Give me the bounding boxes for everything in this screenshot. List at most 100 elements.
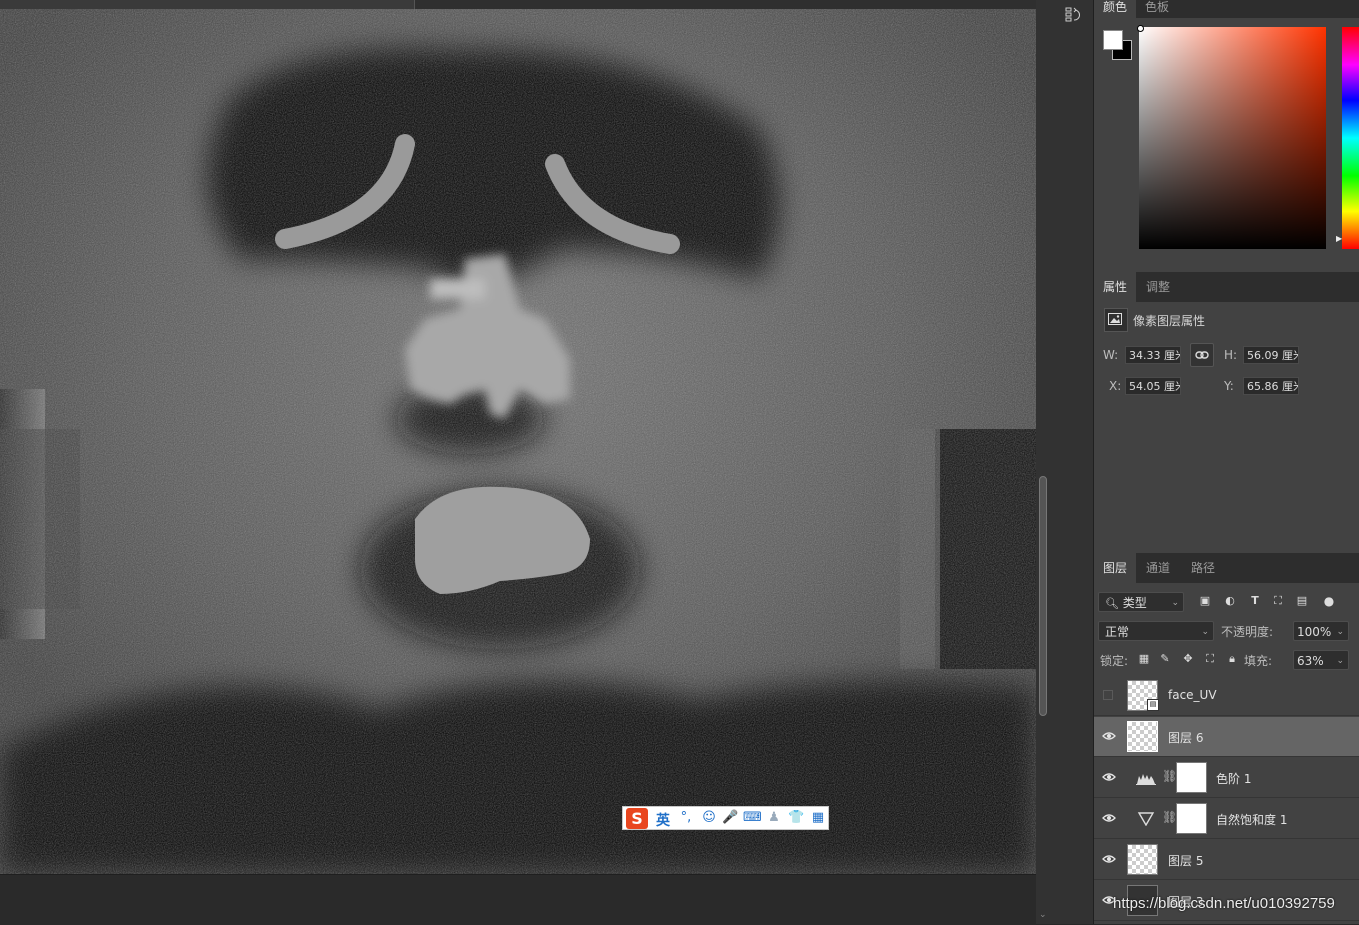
properties-panel-tabs: 属性 调整 — [1094, 272, 1359, 302]
y-label: Y: — [1224, 379, 1234, 393]
ime-logo[interactable]: S — [626, 808, 648, 829]
canvas-bottom-area — [0, 874, 1036, 925]
keyboard-icon[interactable]: ⌨ — [743, 810, 762, 826]
tab-layers[interactable]: 图层 — [1094, 553, 1137, 583]
tab-channels[interactable]: 通道 — [1137, 553, 1179, 583]
tab-color[interactable]: 颜色 — [1094, 0, 1137, 18]
chain-icon[interactable]: ⛓ — [1162, 769, 1177, 783]
filter-shape-icon[interactable]: ⛶ — [1271, 594, 1285, 608]
microphone-icon[interactable]: 🎤 — [722, 810, 738, 826]
opacity-label: 不透明度: — [1221, 625, 1274, 639]
document-tab-strip — [0, 0, 1036, 9]
layer-name: 图层 5 — [1168, 854, 1204, 868]
color-picker-cursor[interactable] — [1137, 25, 1144, 32]
eye-icon[interactable] — [1102, 771, 1116, 783]
color-panel-tabs: 颜色 色板 — [1094, 0, 1359, 18]
vibrance-icon — [1137, 812, 1155, 826]
layer-row-levels-1[interactable]: ⛓ 色阶 1 — [1094, 758, 1359, 798]
x-field[interactable]: 54.05 厘米 — [1125, 377, 1181, 395]
layer-thumbnail — [1127, 721, 1158, 752]
hue-slider[interactable] — [1342, 27, 1359, 249]
layer-name: 图层 6 — [1168, 731, 1204, 745]
layer-name: face_UV — [1168, 688, 1217, 702]
visibility-toggle[interactable] — [1103, 690, 1113, 700]
document-tab[interactable] — [0, 0, 415, 9]
vertical-scrollbar[interactable]: ⌄ — [1036, 0, 1050, 924]
history-icon[interactable] — [1064, 6, 1082, 24]
color-picker-field[interactable] — [1139, 27, 1326, 249]
chevron-down-icon: ⌄ — [1171, 598, 1179, 608]
y-field[interactable]: 65.86 厘米 — [1243, 377, 1299, 395]
tab-adjustments[interactable]: 调整 — [1137, 272, 1179, 302]
lock-artboard-icon[interactable]: ⛶ — [1203, 652, 1217, 666]
blend-mode-value: 正常 — [1105, 625, 1130, 639]
foreground-color-swatch[interactable] — [1103, 30, 1123, 50]
layer-list: ▤ face_UV 图层 6 ⛓ 色阶 1 ⛓ 自然饱和度 1 图层 5 图层 … — [1094, 676, 1359, 924]
filter-type-icon[interactable]: T — [1248, 594, 1262, 608]
skin-icon[interactable]: 👕 — [788, 810, 804, 826]
filter-adjustment-icon[interactable]: ◐ — [1223, 594, 1237, 608]
layer-mask-thumbnail[interactable] — [1176, 762, 1207, 793]
chevron-down-icon: ⌄ — [1336, 656, 1344, 666]
x-label: X: — [1109, 379, 1122, 393]
layers-panel-tabs: 图层 通道 路径 — [1094, 553, 1359, 583]
fill-value: 63% — [1297, 654, 1324, 668]
toolbox-icon[interactable]: ▦ — [810, 810, 826, 826]
document-canvas[interactable] — [0, 0, 1036, 874]
eye-icon[interactable] — [1102, 730, 1116, 742]
blend-mode-select[interactable]: 正常 ⌄ — [1098, 621, 1214, 641]
opacity-value: 100% — [1297, 625, 1332, 639]
filter-pixel-icon[interactable]: ▣ — [1198, 594, 1212, 608]
scroll-down-icon[interactable]: ⌄ — [1039, 910, 1047, 920]
filter-toggle-icon[interactable]: ● — [1322, 594, 1336, 608]
layer-name: 色阶 1 — [1216, 772, 1252, 786]
emoji-icon[interactable]: ☺ — [701, 810, 717, 826]
user-icon[interactable]: ♟ — [766, 810, 782, 826]
fill-label: 填充: — [1244, 654, 1273, 668]
panel-icon-strip — [1050, 0, 1094, 924]
layer-name: 自然饱和度 1 — [1216, 813, 1288, 827]
image-icon — [1104, 308, 1128, 332]
layer-row-face-uv[interactable]: ▤ face_UV — [1094, 676, 1359, 716]
height-label: H: — [1224, 348, 1238, 362]
width-field[interactable]: 34.33 厘米 — [1125, 346, 1181, 364]
lock-position-icon[interactable]: ✥ — [1181, 652, 1195, 666]
search-icon: 🔍︎ — [1105, 597, 1119, 610]
right-panels: 颜色 色板 ▶ 属性 调整 像素图层属性 W: 34.33 厘米 H: 56.0… — [1094, 0, 1359, 924]
chevron-down-icon: ⌄ — [1201, 627, 1209, 637]
layer-row-vibrance-1[interactable]: ⛓ 自然饱和度 1 — [1094, 799, 1359, 839]
opacity-field[interactable]: 100% ⌄ — [1293, 621, 1349, 641]
chain-icon[interactable]: ⛓ — [1162, 810, 1177, 824]
ime-language-toggle[interactable]: 英 — [656, 810, 670, 830]
tab-properties[interactable]: 属性 — [1094, 272, 1137, 302]
layer-mask-thumbnail[interactable] — [1176, 803, 1207, 834]
fill-field[interactable]: 63% ⌄ — [1293, 650, 1349, 670]
face-texture-image — [0, 9, 1036, 874]
smart-object-icon: ▤ — [1147, 699, 1159, 711]
watermark: https://blog.csdn.net/u010392759 — [1113, 895, 1335, 912]
layer-filter-value: 类型 — [1122, 596, 1147, 610]
lock-pixels-icon[interactable]: ✎ — [1158, 652, 1172, 666]
layer-thumbnail — [1127, 844, 1158, 875]
layer-row-layer-6[interactable]: 图层 6 — [1094, 717, 1359, 757]
lock-all-icon[interactable]: 🔒︎ — [1225, 652, 1239, 666]
link-icon[interactable] — [1190, 343, 1214, 367]
hue-slider-marker-icon[interactable]: ▶ — [1336, 234, 1342, 243]
tab-paths[interactable]: 路径 — [1182, 553, 1224, 583]
tab-swatches[interactable]: 色板 — [1136, 0, 1178, 18]
punctuation-icon[interactable]: °, — [678, 810, 694, 826]
width-label: W: — [1103, 348, 1119, 362]
ime-toolbar[interactable]: S 英 °, ☺ 🎤 ⌨ ♟ 👕 ▦ — [622, 806, 829, 830]
eye-icon[interactable] — [1102, 812, 1116, 824]
lock-label: 锁定: — [1100, 654, 1129, 668]
layer-filter-select[interactable]: 🔍︎ 类型 ⌄ — [1098, 592, 1184, 612]
properties-kind-label: 像素图层属性 — [1133, 314, 1206, 328]
layer-row-layer-5[interactable]: 图层 5 — [1094, 840, 1359, 880]
lock-transparent-icon[interactable]: ▦ — [1137, 652, 1151, 666]
height-field[interactable]: 56.09 厘米 — [1243, 346, 1299, 364]
filter-smart-object-icon[interactable]: ▤ — [1295, 594, 1309, 608]
chevron-down-icon: ⌄ — [1336, 627, 1344, 637]
levels-icon — [1136, 774, 1156, 785]
scrollbar-thumb[interactable] — [1039, 476, 1047, 716]
eye-icon[interactable] — [1102, 853, 1116, 865]
